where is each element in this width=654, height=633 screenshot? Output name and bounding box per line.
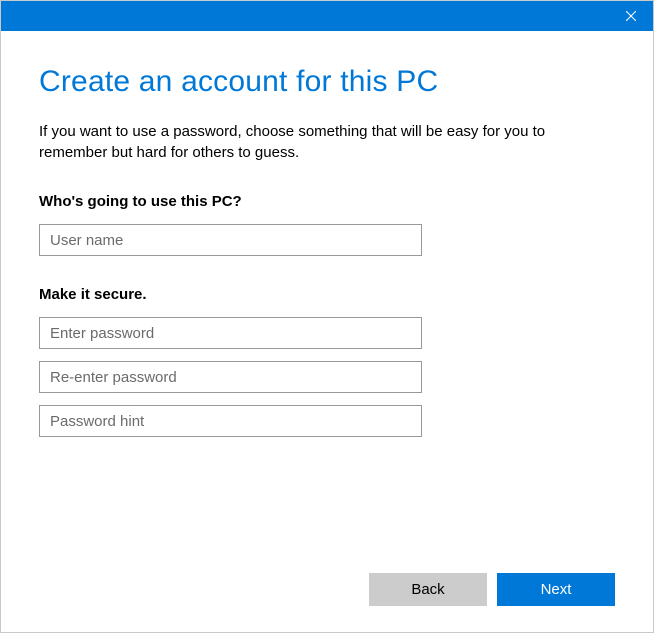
security-section-label: Make it secure. [39, 286, 615, 303]
close-icon [626, 11, 636, 21]
titlebar [1, 1, 653, 31]
content-area: Create an account for this PC If you wan… [1, 31, 653, 573]
password-hint-input[interactable] [39, 405, 422, 437]
page-title: Create an account for this PC [39, 65, 615, 99]
footer: Back Next [1, 573, 653, 632]
next-button[interactable]: Next [497, 573, 615, 606]
setup-window: Create an account for this PC If you wan… [0, 0, 654, 633]
page-description: If you want to use a password, choose so… [39, 121, 615, 163]
username-input[interactable] [39, 224, 422, 256]
user-section-label: Who's going to use this PC? [39, 193, 615, 210]
password-input[interactable] [39, 317, 422, 349]
close-button[interactable] [608, 1, 653, 31]
confirm-password-input[interactable] [39, 361, 422, 393]
back-button[interactable]: Back [369, 573, 487, 606]
